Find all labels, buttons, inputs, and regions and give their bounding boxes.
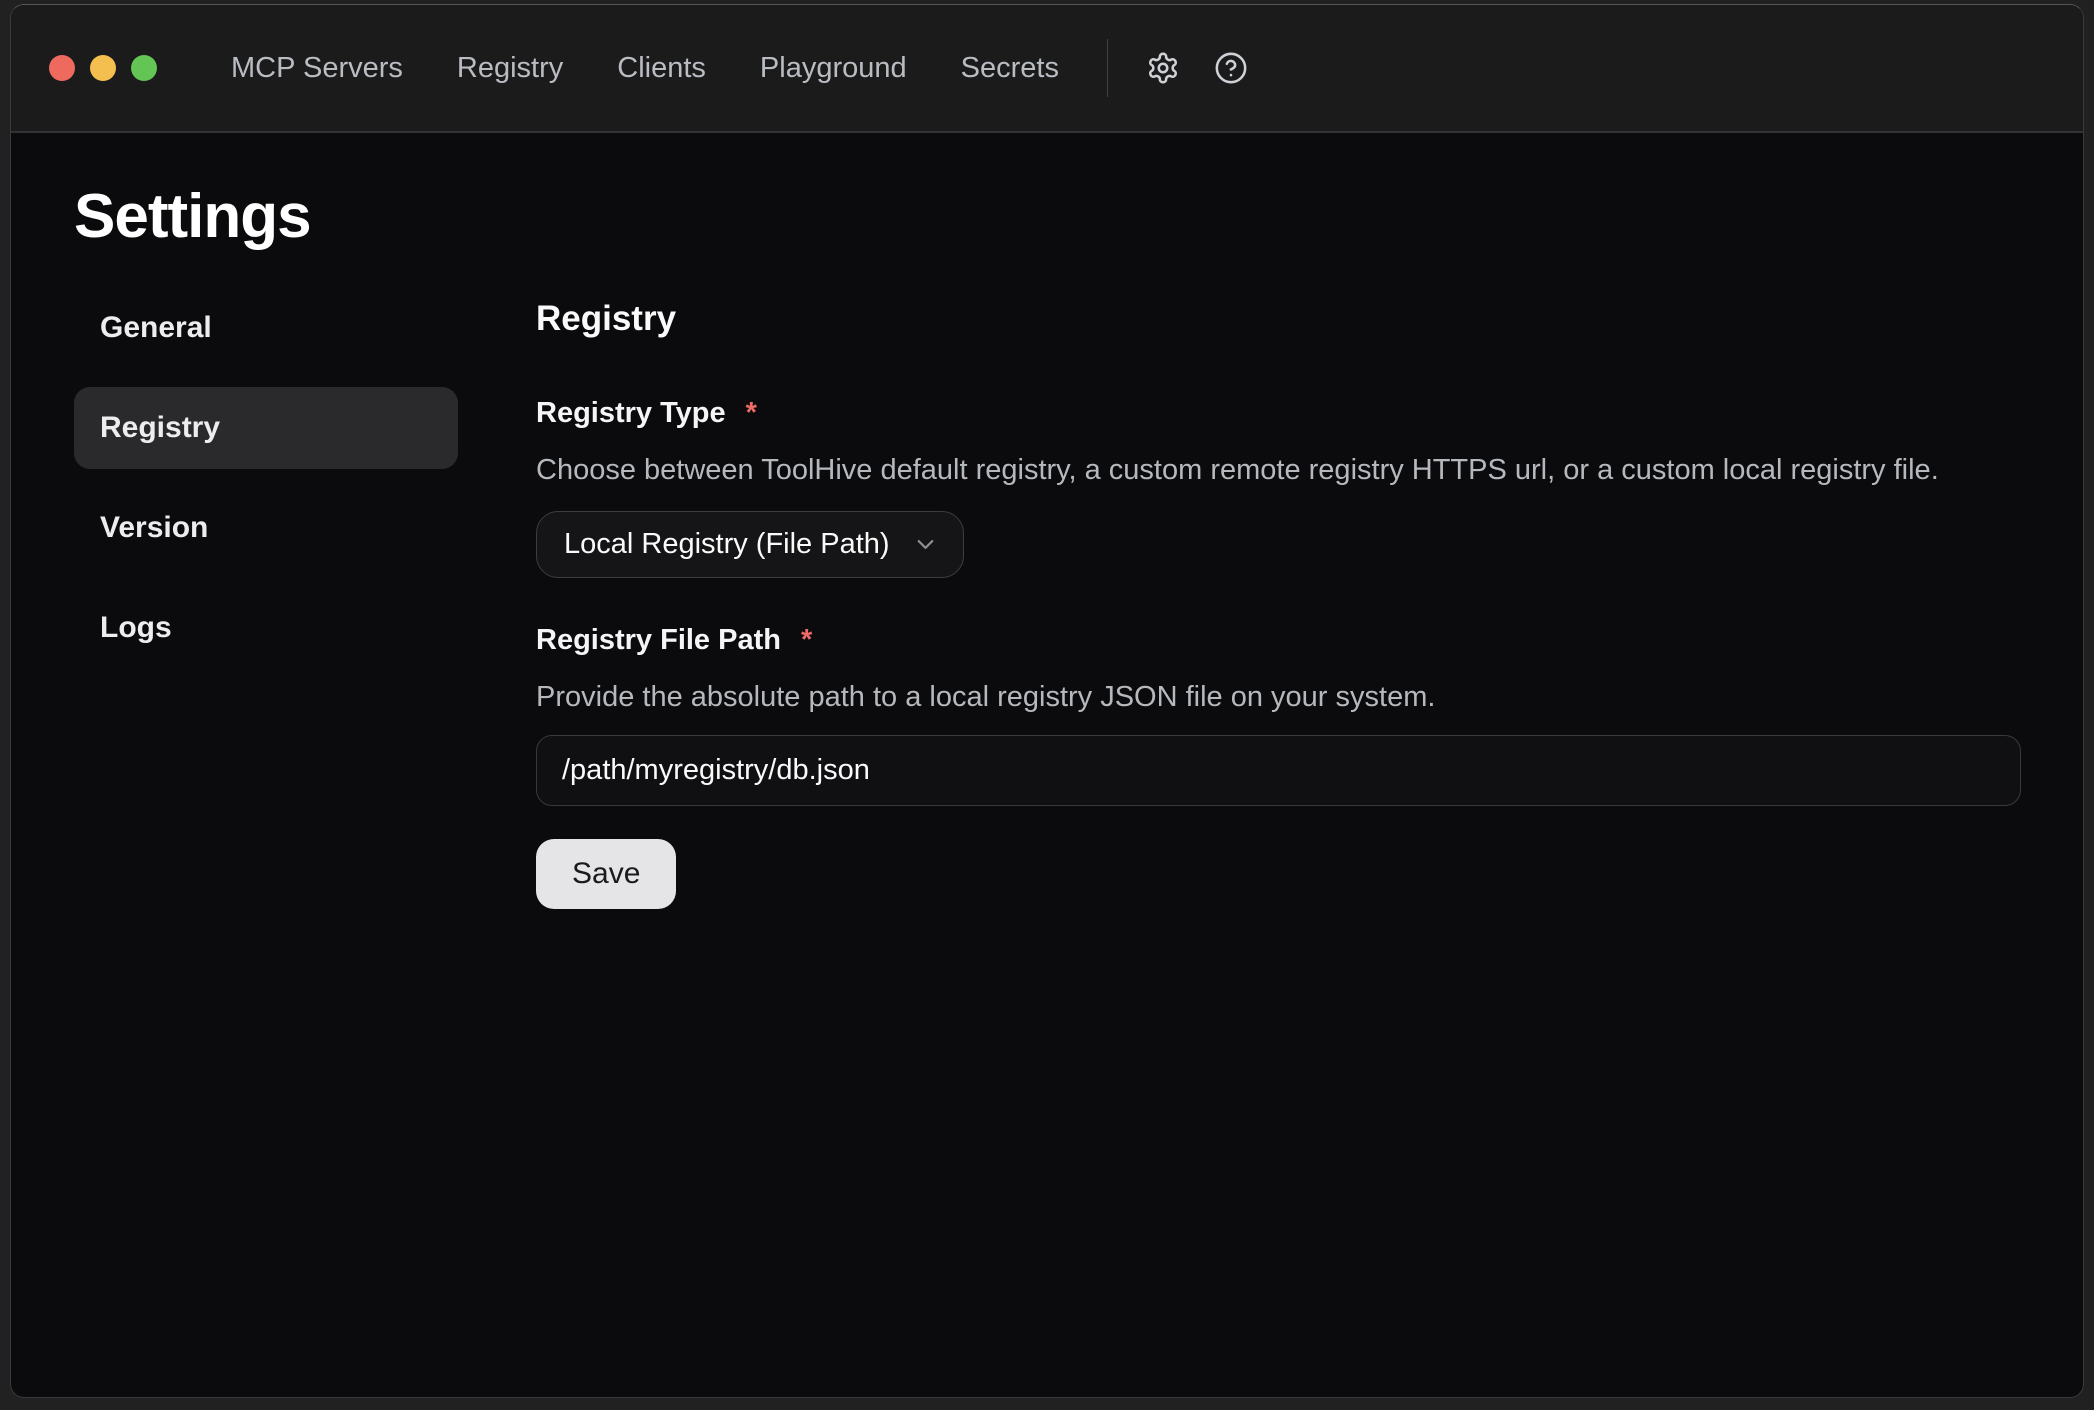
minimize-window-button[interactable] [90,55,116,81]
registry-file-path-label: Registry File Path [536,624,781,656]
title-bar: MCP Servers Registry Clients Playground … [11,5,2083,133]
sidebar-item-logs[interactable]: Logs [74,587,458,669]
registry-type-label: Registry Type [536,397,726,429]
registry-type-select[interactable]: Local Registry (File Path) [536,511,964,578]
nav-item-playground[interactable]: Playground [758,46,909,91]
app-window: MCP Servers Registry Clients Playground … [10,4,2084,1398]
sidebar-item-registry[interactable]: Registry [74,387,458,469]
section-heading: Registry [536,299,2021,339]
page-title: Settings [74,179,2021,255]
zoom-window-button[interactable] [131,55,157,81]
registry-type-selected-value: Local Registry (File Path) [564,528,890,561]
chevron-down-icon [912,531,939,558]
top-navigation: MCP Servers Registry Clients Playground … [229,46,1061,91]
required-asterisk: * [801,624,812,657]
help-icon[interactable] [1212,49,1250,87]
registry-file-path-description: Provide the absolute path to a local reg… [536,681,2021,713]
sidebar-item-version[interactable]: Version [74,487,458,569]
registry-type-description: Choose between ToolHive default registry… [536,454,2021,486]
required-asterisk: * [746,397,757,430]
nav-item-registry[interactable]: Registry [455,46,565,91]
nav-item-clients[interactable]: Clients [615,46,708,91]
settings-gear-icon[interactable] [1144,49,1182,87]
topbar-icons [1144,49,1250,87]
settings-page: Settings General Registry Version Logs R… [11,133,2083,909]
registry-file-path-input[interactable] [536,735,2021,806]
topbar-divider [1107,39,1108,97]
save-button[interactable]: Save [536,839,676,909]
close-window-button[interactable] [49,55,75,81]
nav-item-mcp-servers[interactable]: MCP Servers [229,46,405,91]
sidebar-item-general[interactable]: General [74,287,458,369]
registry-settings-panel: Registry Registry Type * Choose between … [536,287,2021,909]
settings-sidebar: General Registry Version Logs [74,287,458,669]
window-controls [49,55,157,81]
nav-item-secrets[interactable]: Secrets [959,46,1061,91]
